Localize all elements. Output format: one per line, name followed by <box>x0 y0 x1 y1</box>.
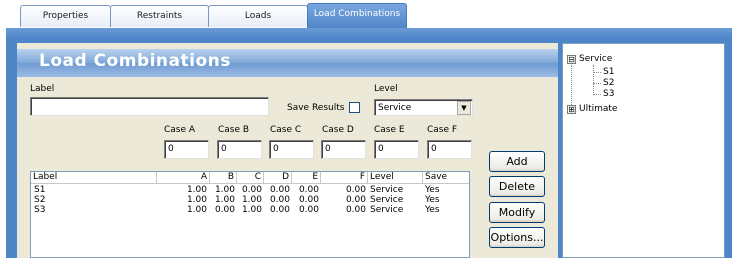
cell-save: Yes <box>425 205 440 215</box>
cell-b: 1.00 <box>214 185 235 195</box>
tree-line <box>593 72 601 73</box>
delete-button[interactable]: Delete <box>489 176 545 197</box>
level-caption: Level <box>374 84 398 94</box>
cell-a: 1.00 <box>186 185 207 195</box>
tab-properties[interactable]: Properties <box>20 5 111 27</box>
case-f-label: Case F <box>427 125 458 135</box>
tree-line <box>571 65 572 109</box>
combinations-table[interactable]: Label A B C D E F Level Save S1 1.00 1.0… <box>30 171 470 258</box>
cell-label: S1 <box>34 185 46 195</box>
column-header-d[interactable]: D <box>264 172 292 184</box>
cell-level: Service <box>370 195 404 205</box>
tree-line <box>593 65 594 95</box>
case-e-label: Case E <box>374 125 405 135</box>
collapse-icon[interactable]: ⊟ <box>567 55 576 64</box>
cell-b: 0.00 <box>214 205 235 215</box>
tree-node-service[interactable]: Service <box>579 54 612 64</box>
modify-button[interactable]: Modify <box>489 202 545 223</box>
tree-node-s2[interactable]: S2 <box>603 78 614 88</box>
cell-e: 0.00 <box>298 185 319 195</box>
table-header: Label A B C D E F Level Save <box>31 172 469 184</box>
cell-level: Service <box>370 185 404 195</box>
cell-c: 0.00 <box>241 185 262 195</box>
cell-level: Service <box>370 205 404 215</box>
tab-strip: Properties Restraints Loads Load Combina… <box>0 0 732 28</box>
case-b-label: Case B <box>218 125 250 135</box>
tab-loads[interactable]: Loads <box>208 5 308 27</box>
case-c-input[interactable]: 0 <box>269 140 314 159</box>
add-button[interactable]: Add <box>489 151 545 172</box>
cell-label: S3 <box>34 205 46 215</box>
cell-a: 1.00 <box>186 205 207 215</box>
tree-node-ultimate[interactable]: Ultimate <box>579 104 617 114</box>
level-select-value: Service <box>378 103 412 113</box>
tree-line <box>593 83 601 84</box>
column-header-save[interactable]: Save <box>423 172 469 184</box>
tree-line <box>593 94 601 95</box>
cell-d: 0.00 <box>269 205 290 215</box>
case-b-input[interactable]: 0 <box>217 140 262 159</box>
cell-save: Yes <box>425 185 440 195</box>
cell-f: 0.00 <box>345 205 366 215</box>
case-d-label: Case D <box>322 125 354 135</box>
cell-f: 0.00 <box>345 185 366 195</box>
case-f-input[interactable]: 0 <box>427 140 472 159</box>
cell-save: Yes <box>425 195 440 205</box>
panel-title: Load Combinations <box>39 51 231 71</box>
column-header-label[interactable]: Label <box>31 172 157 184</box>
save-results-label: Save Results <box>287 103 345 113</box>
content-frame-top <box>6 28 732 38</box>
cell-e: 0.00 <box>298 195 319 205</box>
tab-restraints[interactable]: Restraints <box>110 5 209 27</box>
cell-d: 0.00 <box>269 185 290 195</box>
save-results-checkbox[interactable] <box>349 102 360 113</box>
cell-e: 0.00 <box>298 205 319 215</box>
label-input[interactable] <box>30 97 269 116</box>
chevron-down-icon[interactable]: ▼ <box>457 101 471 115</box>
level-select[interactable]: Service ▼ <box>374 99 473 116</box>
column-header-a[interactable]: A <box>157 172 210 184</box>
tab-load-combinations[interactable]: Load Combinations <box>307 3 407 28</box>
cell-d: 0.00 <box>269 195 290 205</box>
case-e-input[interactable]: 0 <box>374 140 419 159</box>
cell-c: 1.00 <box>241 205 262 215</box>
cell-c: 1.00 <box>241 195 262 205</box>
tree-node-s3[interactable]: S3 <box>603 89 614 99</box>
combination-tree[interactable]: ⊟ Service S1 S2 S3 ⊞ Ultimate <box>562 43 725 258</box>
cell-label: S2 <box>34 195 46 205</box>
column-header-c[interactable]: C <box>237 172 264 184</box>
column-header-e[interactable]: E <box>292 172 321 184</box>
expand-icon[interactable]: ⊞ <box>567 105 576 114</box>
case-c-label: Case C <box>270 125 302 135</box>
case-a-input[interactable]: 0 <box>164 140 209 159</box>
column-header-b[interactable]: B <box>210 172 237 184</box>
cell-f: 0.00 <box>345 195 366 205</box>
tree-node-s1[interactable]: S1 <box>603 67 614 77</box>
cell-b: 1.00 <box>214 195 235 205</box>
options-button[interactable]: Options... <box>489 227 545 248</box>
column-header-level[interactable]: Level <box>368 172 423 184</box>
column-header-f[interactable]: F <box>321 172 368 184</box>
case-d-input[interactable]: 0 <box>321 140 366 159</box>
label-caption: Label <box>30 84 55 94</box>
case-a-label: Case A <box>164 125 196 135</box>
cell-a: 1.00 <box>186 195 207 205</box>
